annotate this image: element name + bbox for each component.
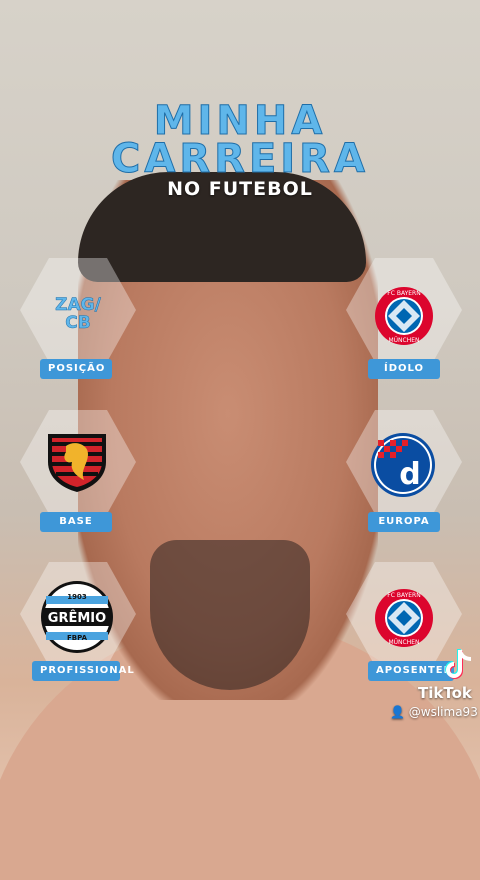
tiktok-wordmark: TikTok	[418, 684, 472, 702]
posicao-value: ZAG/ CB	[20, 295, 136, 333]
gremio-year: 1903	[67, 593, 87, 601]
fc-bayern-munchen-icon: FC BAYERN MÜNCHEN	[375, 287, 433, 345]
gremio-abbr: FBPA	[67, 634, 88, 642]
label-idolo: ÍDOLO	[368, 359, 440, 379]
dinamo-zagreb-icon: d	[371, 433, 435, 497]
user-icon: 👤	[390, 705, 405, 719]
dinamo-letter: d	[399, 457, 420, 492]
bayern-top-text: FC BAYERN	[387, 290, 420, 297]
subtitle: NO FUTEBOL	[167, 178, 313, 200]
bayern-bottom-text: MÜNCHEN	[388, 337, 419, 344]
bayern2-bottom-text: MÜNCHEN	[388, 639, 419, 646]
posicao-value-text: ZAG/ CB	[55, 295, 101, 333]
gremio-name: GRÊMIO	[48, 610, 106, 626]
fc-bayern-munchen-icon-2: FC BAYERN MÜNCHEN	[375, 589, 433, 647]
label-base: BASE	[40, 512, 112, 532]
title-line-2: CARREIRA	[111, 136, 369, 183]
label-europa: EUROPA	[368, 512, 440, 532]
sport-club-recife-icon	[48, 434, 106, 492]
label-posicao: POSIÇÃO	[40, 359, 112, 379]
label-profissional: PROFISSIONAL	[32, 661, 134, 681]
tiktok-icon	[445, 649, 472, 679]
gremio-icon: 1903 GRÊMIO FBPA	[41, 581, 113, 653]
bayern2-top-text: FC BAYERN	[387, 592, 420, 599]
username-watermark: 👤 @wslima93	[390, 705, 478, 719]
username: @wslima93	[408, 705, 478, 719]
